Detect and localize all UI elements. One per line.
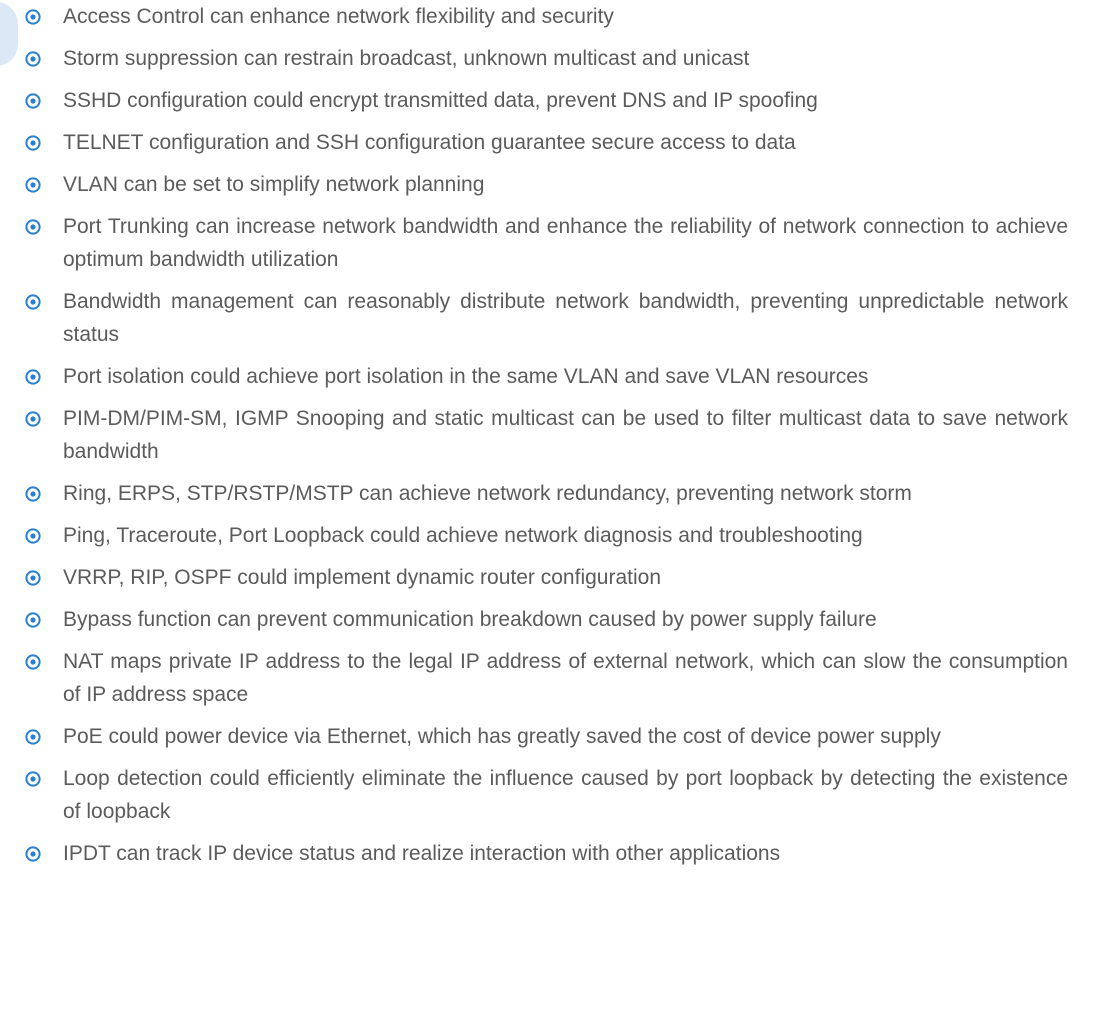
feature-text: PoE could power device via Ethernet, whi… — [63, 725, 941, 748]
circled-dot-icon — [25, 654, 41, 670]
circled-dot-icon — [25, 729, 41, 745]
feature-text: Port Trunking can increase network bandw… — [63, 215, 1068, 271]
feature-text: VLAN can be set to simplify network plan… — [63, 173, 485, 196]
feature-list: Access Control can enhance network flexi… — [0, 0, 1101, 879]
feature-text: Storm suppression can restrain broadcast… — [63, 47, 750, 70]
feature-text: Bypass function can prevent communicatio… — [63, 608, 877, 631]
circled-dot-icon — [25, 528, 41, 544]
feature-item: Storm suppression can restrain broadcast… — [0, 42, 1101, 75]
feature-item: Ring, ERPS, STP/RSTP/MSTP can achieve ne… — [0, 477, 1101, 510]
feature-item: Port Trunking can increase network bandw… — [0, 210, 1101, 276]
feature-item: VRRP, RIP, OSPF could implement dynamic … — [0, 561, 1101, 594]
feature-item: Bypass function can prevent communicatio… — [0, 603, 1101, 636]
feature-item: Loop detection could efficiently elimina… — [0, 762, 1101, 828]
circled-dot-icon — [25, 51, 41, 67]
circled-dot-icon — [25, 9, 41, 25]
circled-dot-icon — [25, 93, 41, 109]
circled-dot-icon — [25, 846, 41, 862]
feature-item: SSHD configuration could encrypt transmi… — [0, 84, 1101, 117]
feature-text: VRRP, RIP, OSPF could implement dynamic … — [63, 566, 661, 589]
circled-dot-icon — [25, 135, 41, 151]
circled-dot-icon — [25, 411, 41, 427]
circled-dot-icon — [25, 177, 41, 193]
feature-text: Access Control can enhance network flexi… — [63, 5, 614, 28]
feature-item: Access Control can enhance network flexi… — [0, 0, 1101, 33]
feature-item: Bandwidth management can reasonably dist… — [0, 285, 1101, 351]
feature-text: Loop detection could efficiently elimina… — [63, 767, 1068, 823]
feature-item: PoE could power device via Ethernet, whi… — [0, 720, 1101, 753]
feature-text: SSHD configuration could encrypt transmi… — [63, 89, 818, 112]
circled-dot-icon — [25, 486, 41, 502]
feature-item: IPDT can track IP device status and real… — [0, 837, 1101, 870]
feature-item: NAT maps private IP address to the legal… — [0, 645, 1101, 711]
feature-item: Port isolation could achieve port isolat… — [0, 360, 1101, 393]
feature-text: TELNET configuration and SSH configurati… — [63, 131, 796, 154]
feature-text: NAT maps private IP address to the legal… — [63, 650, 1068, 706]
circled-dot-icon — [25, 219, 41, 235]
feature-text: Ring, ERPS, STP/RSTP/MSTP can achieve ne… — [63, 482, 912, 505]
feature-item: VLAN can be set to simplify network plan… — [0, 168, 1101, 201]
feature-text: Ping, Traceroute, Port Loopback could ac… — [63, 524, 863, 547]
circled-dot-icon — [25, 294, 41, 310]
feature-text: PIM-DM/PIM-SM, IGMP Snooping and static … — [63, 407, 1068, 463]
feature-item: Ping, Traceroute, Port Loopback could ac… — [0, 519, 1101, 552]
circled-dot-icon — [25, 771, 41, 787]
feature-text: IPDT can track IP device status and real… — [63, 842, 781, 865]
feature-item: PIM-DM/PIM-SM, IGMP Snooping and static … — [0, 402, 1101, 468]
circled-dot-icon — [25, 612, 41, 628]
circled-dot-icon — [25, 369, 41, 385]
feature-text: Bandwidth management can reasonably dist… — [63, 290, 1068, 346]
feature-item: TELNET configuration and SSH configurati… — [0, 126, 1101, 159]
circled-dot-icon — [25, 570, 41, 586]
feature-text: Port isolation could achieve port isolat… — [63, 365, 869, 388]
